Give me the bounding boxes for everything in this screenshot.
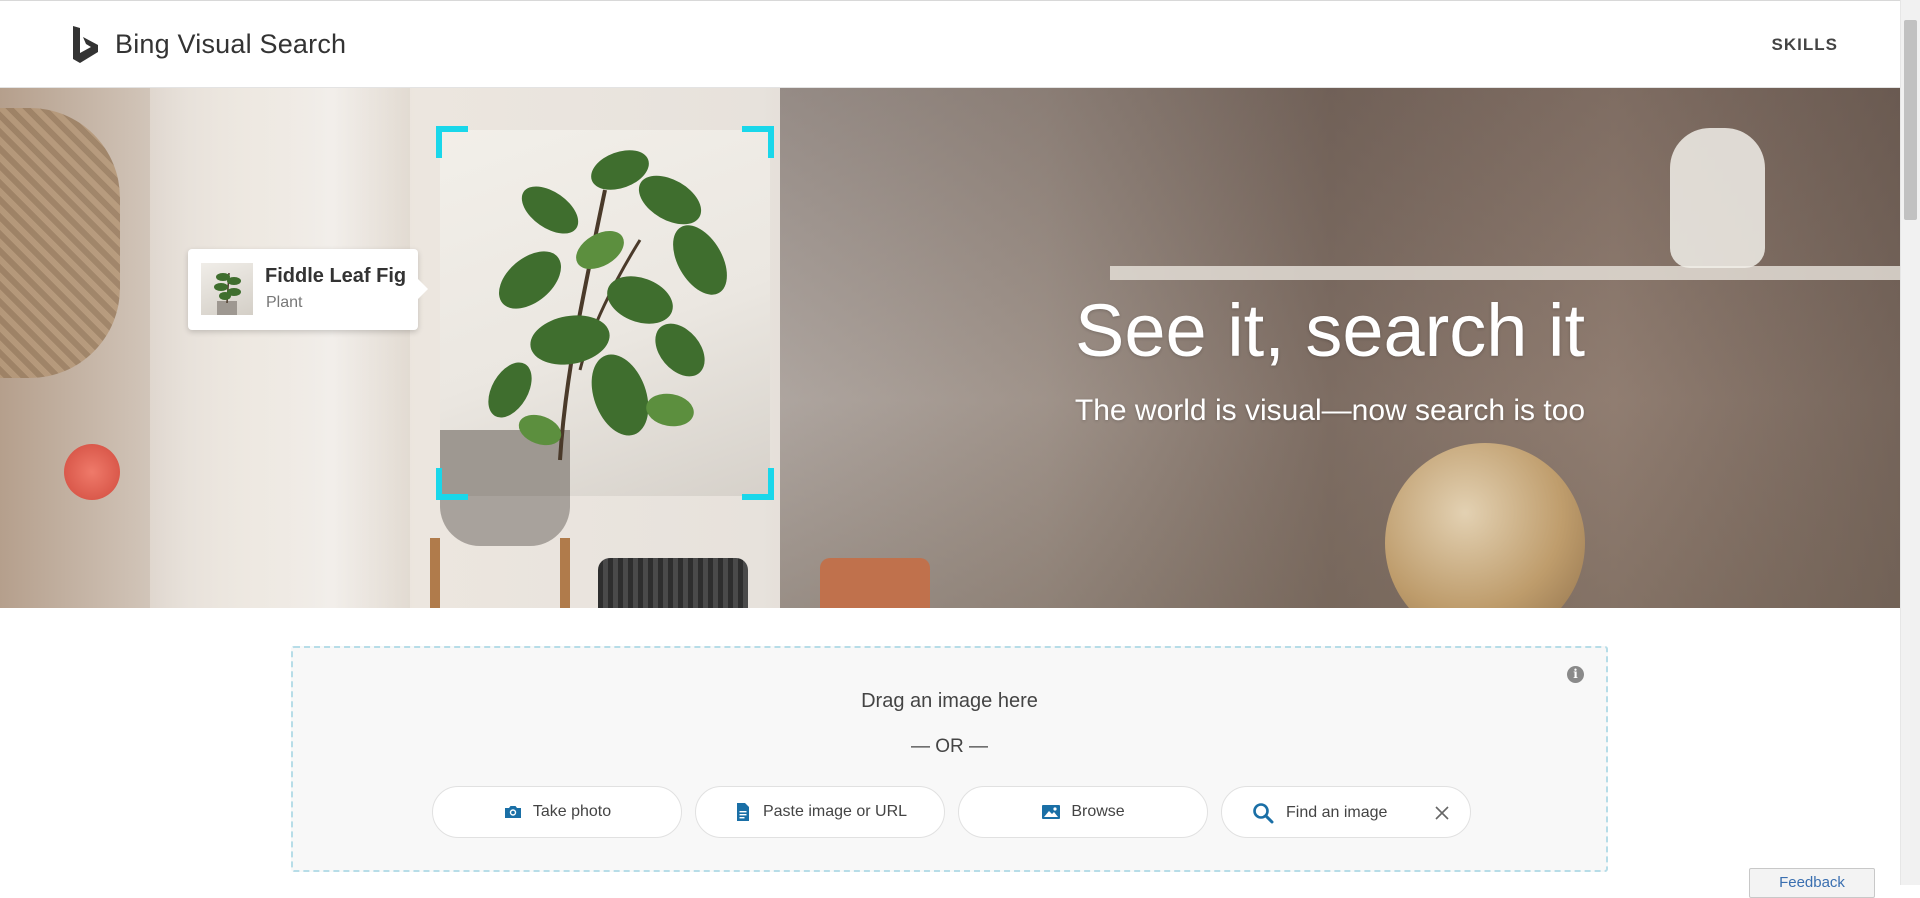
selection-corner-bottom-right[interactable] [742,468,774,500]
drag-label: Drag an image here [861,690,1038,712]
curtain-decor [150,88,410,608]
site-header: Bing Visual Search SKILLS [0,0,1900,88]
close-icon[interactable] [1434,805,1450,821]
scrollbar-thumb[interactable] [1904,20,1917,220]
info-icon[interactable]: i [1567,666,1584,683]
selection-corner-bottom-left[interactable] [436,468,468,500]
search-input[interactable] [1284,801,1428,825]
shelf-decor [1110,266,1900,280]
basket-decor [598,558,748,608]
result-thumbnail [201,263,253,315]
flower-decor [64,444,120,500]
feedback-button[interactable]: Feedback [1749,868,1875,898]
search-icon[interactable] [1252,802,1274,824]
small-pot-decor [820,558,930,608]
result-category: Plant [266,294,303,311]
or-divider: — OR — [910,736,989,757]
selection-corner-top-right[interactable] [742,126,774,158]
fiddle-leaf-fig-image [440,150,727,496]
bing-logo-icon[interactable] [71,25,101,65]
plant-stand-decor [430,538,570,608]
result-name: Fiddle Leaf Fig [265,265,407,287]
browse-label: Browse [1071,803,1125,820]
hero-subheadline: The world is visual—now search is too [1074,394,1586,427]
take-photo-button[interactable]: Take photo [432,786,682,838]
hero-banner: Fiddle Leaf Fig Plant See it, search it … [0,88,1900,608]
hero-headline: See it, search it [1074,289,1585,372]
paste-label: Paste image or URL [762,803,908,820]
camera-icon [504,806,521,818]
image-drop-zone[interactable]: i Drag an image here — OR — Take photo P… [291,646,1608,872]
selection-corner-top-left[interactable] [436,126,468,158]
skills-link[interactable]: SKILLS [1772,35,1838,55]
browse-button[interactable]: Browse [958,786,1208,838]
image-icon [1042,805,1061,819]
vase-decor [1670,128,1765,268]
paste-image-button[interactable]: Paste image or URL [695,786,945,838]
take-photo-label: Take photo [532,803,612,820]
find-image-search[interactable] [1221,786,1471,838]
wall-basket-decor [0,108,120,378]
selection-box[interactable] [436,126,774,500]
brand-title[interactable]: Bing Visual Search [115,29,346,60]
scrollbar[interactable] [1900,0,1920,885]
result-card[interactable]: Fiddle Leaf Fig Plant [188,249,428,330]
document-icon [736,803,749,821]
